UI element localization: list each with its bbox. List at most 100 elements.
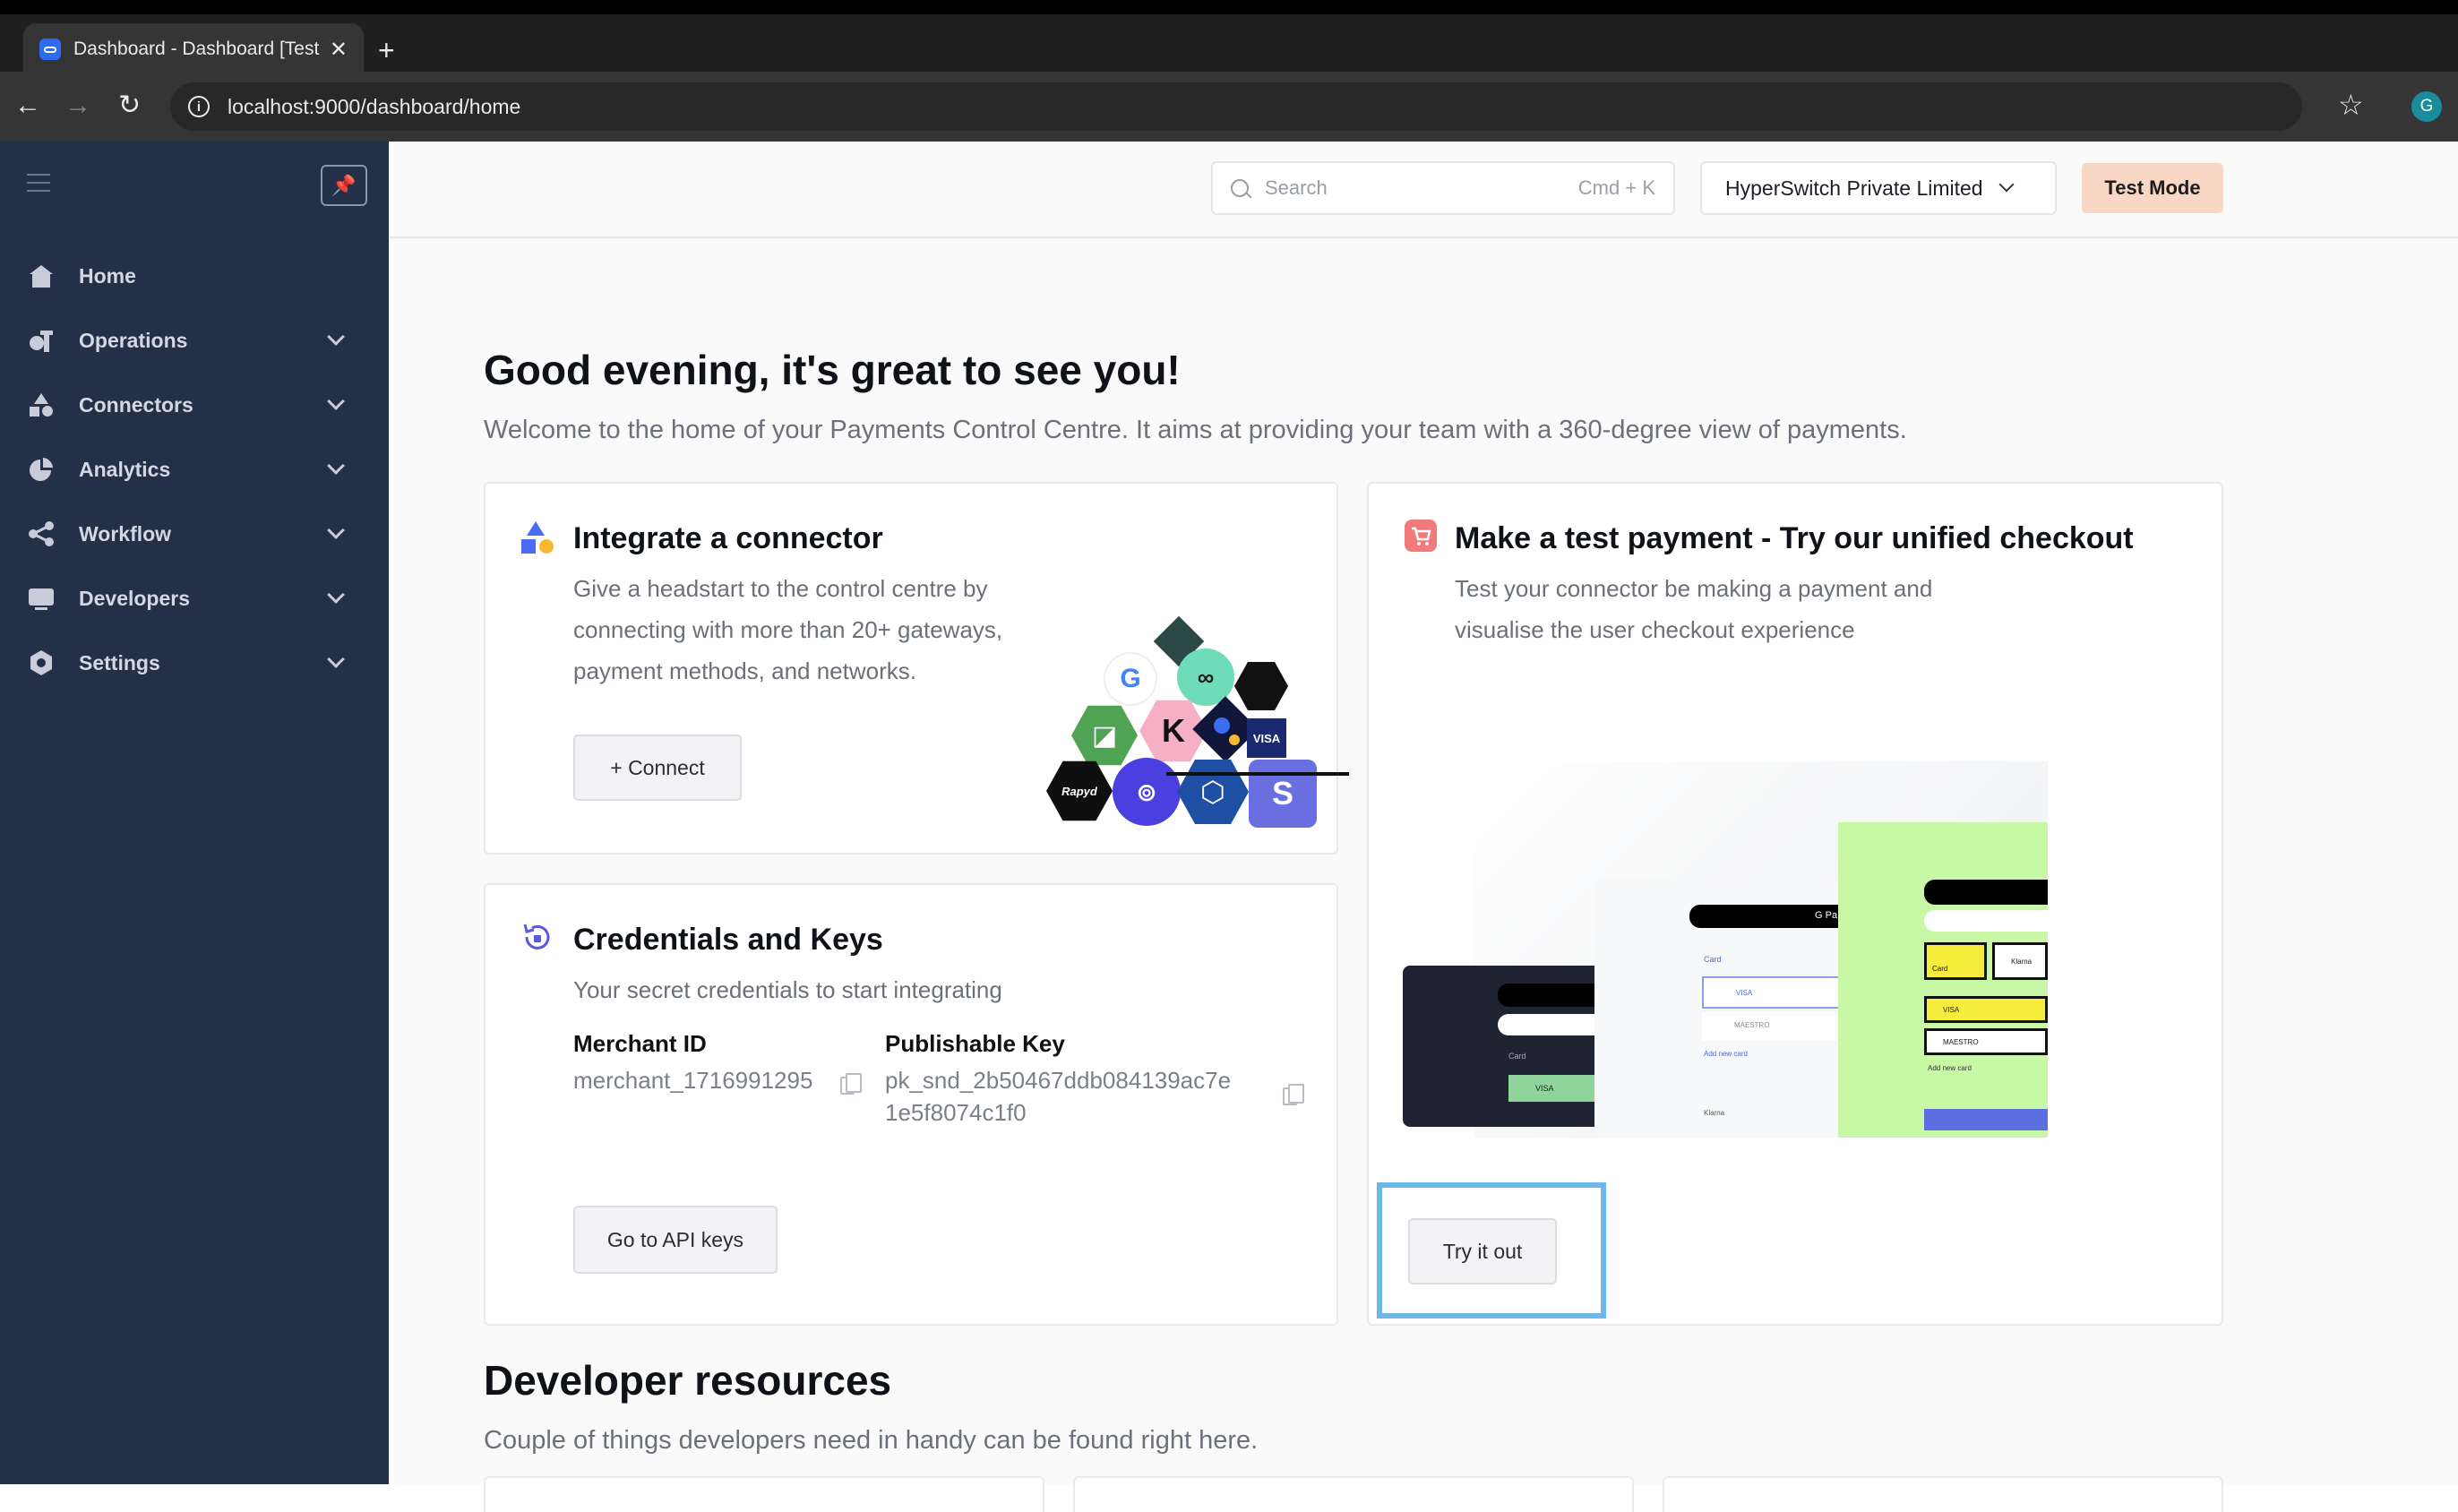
credentials-card: Credentials and Keys Your secret credent… (484, 883, 1338, 1326)
stripe-logo-icon: S (1249, 760, 1317, 828)
preview-field (1924, 910, 2048, 932)
green-checkout-panel: Card Klarna VISA MAESTRO Add new card (1838, 822, 2048, 1138)
preview-klarna-tile: Klarna (1992, 942, 2048, 980)
analytics-icon (27, 455, 56, 484)
resource-card[interactable] (1073, 1476, 1634, 1512)
preview-visa-option: VISA (1924, 996, 2048, 1023)
section-subtitle: Couple of things developers need in hand… (484, 1426, 1259, 1455)
test-mode-badge[interactable]: Test Mode (2082, 163, 2223, 213)
preview-maestro-option: MAESTRO (1924, 1028, 2048, 1055)
sidebar-item-label: Settings (79, 650, 160, 674)
browser-toolbar: ← → ↻ i localhost:9000/dashboard/home ☆ … (0, 72, 2458, 142)
checkout-preview-illustration: Card VISA G Pa Card VISA MAESTRO Add new… (1403, 726, 2048, 1138)
preview-add-card: Add new card (1928, 1064, 1972, 1072)
developers-icon (27, 584, 56, 613)
search-placeholder: Search (1265, 176, 1328, 199)
chevron-down-icon (327, 650, 345, 668)
preview-card-tile: Card (1924, 942, 1987, 980)
dark-checkout-panel: Card VISA (1403, 966, 1609, 1127)
new-tab-icon[interactable]: + (378, 36, 395, 64)
apple-logo-icon (1234, 662, 1288, 710)
publishable-key-label: Publishable Key (885, 1030, 1065, 1057)
publishable-key-value: pk_snd_2b50467ddb084139ac7e 1e5f8074c1f0 (885, 1064, 1231, 1129)
forward-icon[interactable]: → (64, 90, 91, 122)
site-info-icon[interactable]: i (188, 96, 210, 117)
preview-card-label: Card (1508, 1052, 1526, 1061)
sidebar-item-label: Analytics (79, 457, 171, 481)
cart-icon (1405, 520, 1437, 552)
preview-card-label: Card (1704, 955, 1722, 964)
visa-logo-icon: VISA (1247, 718, 1286, 758)
menu-icon[interactable] (27, 174, 50, 192)
settings-icon (27, 649, 56, 677)
description-line: connecting with more than 20+ gateways, (573, 616, 1003, 643)
sidebar-item-label: Home (79, 263, 136, 288)
chevron-down-icon (327, 521, 345, 539)
home-icon (27, 262, 56, 290)
merchant-selector[interactable]: HyperSwitch Private Limited (1700, 161, 2057, 215)
description-line: visualise the user checkout experience (1455, 616, 1855, 643)
sidebar-item-label: Connectors (79, 392, 193, 417)
reload-icon[interactable]: ↻ (118, 90, 141, 122)
sidebar-item-label: Workflow (79, 521, 172, 546)
card-title: Integrate a connector (573, 521, 883, 555)
sidebar-item-home[interactable]: Home (0, 249, 389, 303)
main-content: Search Cmd + K HyperSwitch Private Limit… (389, 142, 2458, 1512)
profile-avatar[interactable]: G (2411, 91, 2442, 122)
connectors-icon (27, 391, 56, 419)
sidebar-item-analytics[interactable]: Analytics (0, 442, 389, 496)
card-title: Make a test payment - Try our unified ch… (1455, 521, 2134, 555)
search-shortcut: Cmd + K (1577, 176, 1655, 199)
light-checkout-panel: G Pa Card VISA MAESTRO Add new card Klar… (1594, 880, 1849, 1138)
preview-pay-button (1924, 880, 2048, 905)
copy-icon[interactable] (840, 1073, 862, 1095)
sidebar-item-workflow[interactable]: Workflow (0, 507, 389, 561)
browser-tab[interactable]: Dashboard - Dashboard [Test ✕ (23, 23, 364, 75)
card-description: Your secret credentials to start integra… (573, 976, 1002, 1003)
close-tab-icon[interactable]: ✕ (330, 37, 348, 63)
top-navbar: Search Cmd + K HyperSwitch Private Limit… (389, 142, 2458, 238)
pin-icon: 📌 (331, 174, 357, 196)
preview-visa-option: VISA (1702, 976, 1849, 1009)
sidebar-item-connectors[interactable]: Connectors (0, 378, 389, 432)
preview-add-card: Add new card (1704, 1050, 1748, 1058)
sidebar-item-developers[interactable]: Developers (0, 571, 389, 625)
page-subtitle: Welcome to the home of your Payments Con… (484, 416, 1907, 444)
preview-pay-button (1498, 984, 1609, 1007)
copy-icon[interactable] (1283, 1084, 1304, 1105)
card-description: Test your connector be making a payment … (1455, 568, 2082, 650)
merchant-name: HyperSwitch Private Limited (1725, 176, 1983, 200)
chevron-down-icon (327, 328, 345, 346)
connect-button[interactable]: + Connect (573, 735, 742, 801)
address-bar[interactable]: i localhost:9000/dashboard/home (170, 82, 2302, 131)
preview-klarna-label: Klarna (1704, 1109, 1725, 1117)
resource-card[interactable] (1663, 1476, 2223, 1512)
back-icon[interactable]: ← (14, 90, 41, 122)
go-to-api-keys-button[interactable]: Go to API keys (573, 1206, 778, 1274)
pin-sidebar-button[interactable]: 📌 (321, 165, 367, 206)
chevron-down-icon (327, 392, 345, 410)
google-logo-icon: G (1104, 652, 1157, 706)
sidebar-item-label: Developers (79, 586, 191, 610)
merchant-id-value: merchant_1716991295 (573, 1067, 813, 1094)
browser-tab-bar: Dashboard - Dashboard [Test ✕ + (0, 14, 2458, 75)
search-input[interactable]: Search Cmd + K (1211, 161, 1675, 215)
hyperswitch-favicon-icon (39, 39, 61, 60)
sidebar-item-settings[interactable]: Settings (0, 636, 389, 690)
focus-highlight-box (1377, 1182, 1606, 1319)
section-title: Developer resources (484, 1357, 892, 1404)
connector-shapes-icon (521, 521, 554, 554)
merchant-id-label: Merchant ID (573, 1030, 707, 1057)
preview-maestro-option: MAESTRO (1702, 1012, 1849, 1041)
bookmark-star-icon[interactable]: ☆ (2338, 88, 2364, 122)
sidebar-item-label: Operations (79, 328, 188, 352)
workflow-icon (27, 520, 56, 548)
card-description: Give a headstart to the control centre b… (573, 568, 1075, 692)
chevron-down-icon (327, 586, 345, 604)
sidebar-item-operations[interactable]: Operations (0, 314, 389, 367)
resource-card[interactable] (484, 1476, 1044, 1512)
card-title: Credentials and Keys (573, 923, 883, 957)
logo-tile: ⬡ (1177, 760, 1249, 824)
operations-icon (27, 326, 56, 355)
window-top-bar (0, 0, 2458, 14)
